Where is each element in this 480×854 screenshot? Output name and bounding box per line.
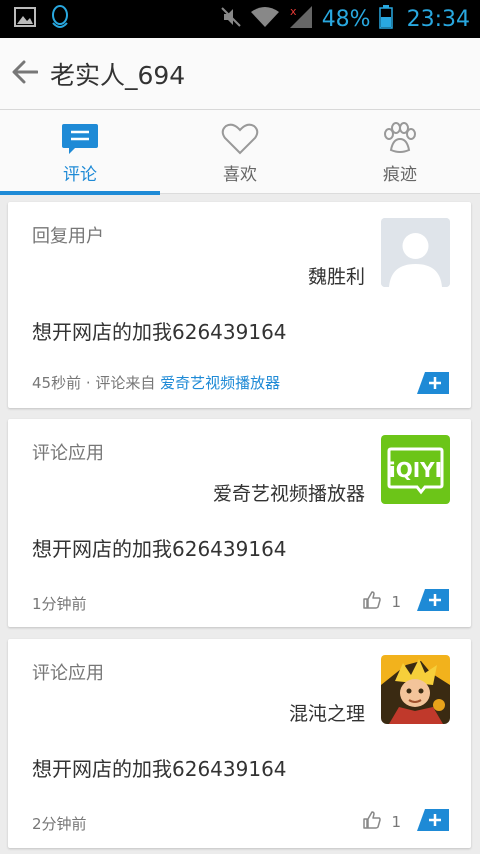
tab-traces[interactable]: 痕迹 bbox=[320, 110, 480, 194]
reply-button[interactable] bbox=[417, 372, 449, 394]
user-avatar[interactable] bbox=[381, 218, 450, 287]
image-icon bbox=[14, 7, 36, 31]
source-app-link[interactable]: 爱奇艺视频播放器 bbox=[160, 374, 280, 392]
qq-icon bbox=[50, 5, 70, 33]
svg-text:x: x bbox=[290, 5, 297, 18]
signal-icon: x bbox=[288, 5, 314, 33]
comment-card[interactable]: 评论应用 iQIYI 爱奇艺视频播放器 想开网店的加我626439164 1分钟… bbox=[8, 419, 471, 627]
reply-button[interactable] bbox=[417, 589, 449, 611]
tab-comments[interactable]: 评论 bbox=[0, 110, 160, 195]
comment-meta: 45秒前 · 评论来自 爱奇艺视频播放器 bbox=[32, 372, 280, 393]
arrow-left-icon bbox=[12, 60, 39, 88]
comment-text: 想开网店的加我626439164 bbox=[32, 320, 287, 344]
card-type-label: 评论应用 bbox=[32, 443, 104, 464]
page-title: 老实人_694 bbox=[50, 60, 186, 90]
plus-icon bbox=[417, 809, 449, 831]
app-name[interactable]: 爱奇艺视频播放器 bbox=[213, 479, 365, 506]
app-avatar[interactable]: iQIYI bbox=[381, 435, 450, 504]
comment-card[interactable]: 回复用户 魏胜利 想开网店的加我626439164 45秒前 · 评论来自 爱奇… bbox=[8, 202, 471, 408]
app-avatar[interactable] bbox=[381, 655, 450, 724]
battery-percent: 48% bbox=[321, 6, 371, 32]
paw-icon bbox=[381, 122, 419, 156]
iqiyi-app-icon: iQIYI bbox=[381, 435, 450, 504]
like-count: 1 bbox=[391, 813, 401, 831]
app-name[interactable]: 混沌之理 bbox=[289, 699, 365, 726]
card-type-label: 评论应用 bbox=[32, 663, 104, 684]
reply-button[interactable] bbox=[417, 809, 449, 831]
tab-label: 喜欢 bbox=[223, 165, 257, 185]
like-button[interactable]: 1 bbox=[363, 811, 401, 833]
comment-time: 1分钟前 bbox=[32, 595, 87, 613]
app-header: 老实人_694 bbox=[0, 38, 480, 110]
wifi-icon bbox=[250, 6, 280, 32]
heart-icon bbox=[221, 122, 259, 156]
comment-time: 45秒前 bbox=[32, 374, 82, 392]
battery-icon bbox=[378, 5, 393, 33]
user-name[interactable]: 魏胜利 bbox=[308, 262, 365, 289]
svg-text:iQIYI: iQIYI bbox=[389, 458, 442, 482]
card-type-label: 回复用户 bbox=[32, 226, 104, 247]
plus-icon bbox=[417, 589, 449, 611]
comment-time: 2分钟前 bbox=[32, 815, 87, 833]
tab-label: 痕迹 bbox=[383, 165, 417, 185]
default-user-avatar-icon bbox=[381, 218, 450, 287]
tab-label: 评论 bbox=[63, 165, 97, 185]
clock: 23:34 bbox=[406, 6, 470, 32]
tab-likes[interactable]: 喜欢 bbox=[160, 110, 320, 194]
like-count: 1 bbox=[391, 593, 401, 611]
comment-icon bbox=[61, 122, 99, 156]
comment-text: 想开网店的加我626439164 bbox=[32, 537, 287, 561]
comment-text: 想开网店的加我626439164 bbox=[32, 757, 287, 781]
game-app-icon bbox=[381, 655, 450, 724]
active-tab-indicator bbox=[0, 191, 160, 195]
like-button[interactable]: 1 bbox=[363, 591, 401, 613]
thumbs-up-icon bbox=[363, 811, 382, 833]
plus-icon bbox=[417, 372, 449, 394]
back-button[interactable] bbox=[0, 38, 50, 110]
thumbs-up-icon bbox=[363, 591, 382, 613]
mute-icon bbox=[220, 6, 242, 32]
status-bar: x 48% 23:34 bbox=[0, 0, 480, 38]
comment-card[interactable]: 评论应用 混沌之理 想开网店的加我626439164 2分钟前 1 bbox=[8, 639, 471, 848]
tab-bar: 评论 喜欢 痕迹 bbox=[0, 110, 480, 195]
source-prefix: · 评论来自 bbox=[81, 374, 161, 392]
